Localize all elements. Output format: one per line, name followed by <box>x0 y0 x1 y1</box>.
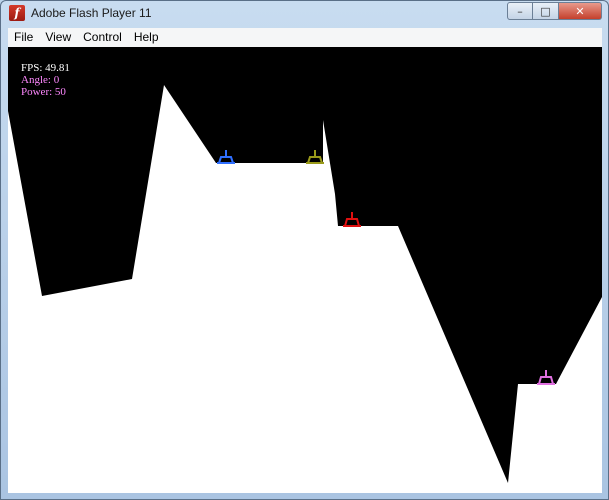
fps-readout: FPS: 49.81 <box>21 62 70 74</box>
game-stage[interactable]: FPS: 49.81 Angle: 0 Power: 50 <box>8 47 602 493</box>
menu-help[interactable]: Help <box>128 28 165 47</box>
maximize-button[interactable]: □ <box>533 2 559 20</box>
menu-view[interactable]: View <box>39 28 77 47</box>
flash-player-window: f Adobe Flash Player 11 – □ ✕ File View … <box>0 0 609 500</box>
close-button[interactable]: ✕ <box>559 2 602 20</box>
menu-control[interactable]: Control <box>77 28 128 47</box>
power-readout: Power: 50 <box>21 86 66 98</box>
game-canvas[interactable] <box>8 47 602 493</box>
window-title: Adobe Flash Player 11 <box>31 6 152 20</box>
title-bar[interactable]: f Adobe Flash Player 11 – □ ✕ <box>1 1 608 28</box>
hud-panel: FPS: 49.81 Angle: 0 Power: 50 <box>21 62 70 98</box>
window-bottom-frame <box>1 493 608 500</box>
flash-icon: f <box>9 5 25 21</box>
angle-readout: Angle: 0 <box>21 74 60 86</box>
window-controls: – □ ✕ <box>507 2 602 20</box>
menu-bar: File View Control Help <box>8 28 602 48</box>
menu-file[interactable]: File <box>8 28 39 47</box>
minimize-button[interactable]: – <box>507 2 533 20</box>
